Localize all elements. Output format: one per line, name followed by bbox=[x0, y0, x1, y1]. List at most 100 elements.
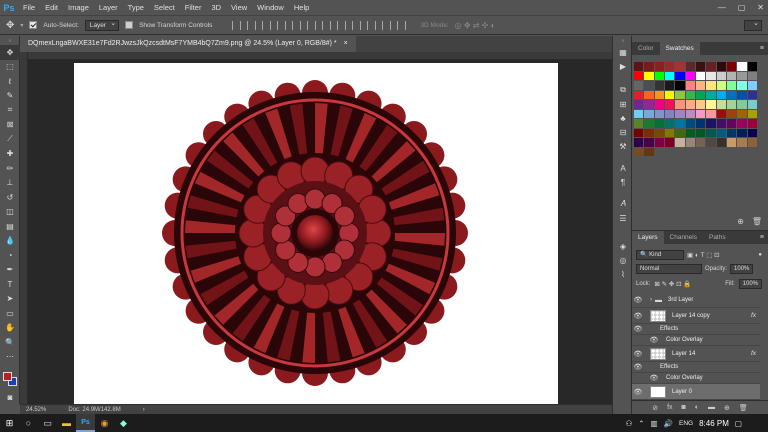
quick-select-tool-icon[interactable]: ✎ bbox=[0, 89, 20, 104]
character-panel-icon[interactable]: A bbox=[613, 161, 633, 175]
swatch-cell[interactable] bbox=[706, 100, 717, 110]
swatch-cell[interactable] bbox=[634, 147, 645, 157]
swatch-cell[interactable] bbox=[726, 81, 738, 91]
menu-layer[interactable]: Layer bbox=[94, 0, 123, 15]
layer-effects-row[interactable]: 👁 Effects bbox=[632, 362, 760, 373]
swatch-cell[interactable] bbox=[695, 128, 707, 138]
swatch-cell[interactable] bbox=[706, 81, 717, 91]
quick-mask-icon[interactable]: ◙ bbox=[0, 390, 20, 405]
swatch-cell[interactable] bbox=[695, 109, 707, 119]
status-menu-arrow[interactable]: › bbox=[143, 407, 145, 413]
layer-row-layer-14[interactable]: 👁 Layer 14 fx bbox=[632, 346, 760, 362]
tab-channels[interactable]: Channels bbox=[664, 231, 703, 244]
filter-toggle-icon[interactable]: ● bbox=[758, 252, 762, 258]
tool-preset-chevron-icon[interactable]: ▾ bbox=[20, 22, 23, 29]
eraser-tool-icon[interactable]: ◫ bbox=[0, 205, 20, 220]
swatch-cell[interactable] bbox=[675, 71, 686, 81]
chrome-icon[interactable]: ◉ bbox=[95, 414, 114, 432]
swatch-cell[interactable] bbox=[685, 71, 696, 81]
swatch-cell[interactable] bbox=[675, 90, 686, 100]
tab-layers[interactable]: Layers bbox=[632, 231, 664, 244]
shape-tool-icon[interactable]: ▭ bbox=[0, 306, 20, 321]
visibility-eye-icon[interactable]: 👁 bbox=[648, 374, 660, 382]
swatch-cell[interactable] bbox=[726, 71, 738, 81]
swatch-cell[interactable] bbox=[675, 100, 686, 110]
visibility-eye-icon[interactable]: 👁 bbox=[632, 296, 644, 304]
swatch-cell[interactable] bbox=[675, 81, 686, 91]
panel-menu-icon[interactable]: ≡ bbox=[760, 42, 768, 55]
tray-language[interactable]: ENG bbox=[679, 420, 693, 427]
tab-paths[interactable]: Paths bbox=[703, 231, 732, 244]
swatch-cell[interactable] bbox=[695, 71, 707, 81]
swatch-cell[interactable] bbox=[706, 62, 717, 72]
zoom-tool-icon[interactable]: 🔍 bbox=[0, 335, 20, 350]
swatch-cell[interactable] bbox=[675, 62, 686, 72]
hand-tool-icon[interactable]: ✋ bbox=[0, 321, 20, 336]
gradient-tool-icon[interactable]: ▤ bbox=[0, 219, 20, 234]
visibility-eye-icon[interactable]: 👁 bbox=[632, 312, 644, 320]
app-icon[interactable]: ◆ bbox=[114, 414, 133, 432]
swatch-cell[interactable] bbox=[695, 81, 707, 91]
lock-icons[interactable]: ⊠ ✎ ✥ ⊡ 🔒 bbox=[654, 280, 691, 288]
swatch-cell[interactable] bbox=[726, 128, 738, 138]
swatch-cell[interactable] bbox=[644, 138, 655, 148]
type-tool-icon[interactable]: T bbox=[0, 277, 20, 292]
swatch-cell[interactable] bbox=[634, 128, 645, 138]
swatch-cell[interactable] bbox=[654, 71, 665, 81]
canvas-area[interactable] bbox=[28, 60, 627, 404]
layer-row-3rd-layer[interactable]: 👁 › ▬ 3rd Layer bbox=[632, 293, 760, 308]
filter-kind-dropdown[interactable]: 🔍 Kind bbox=[636, 250, 684, 260]
fx-icon[interactable]: fx bbox=[751, 312, 756, 319]
swatch-cell[interactable] bbox=[737, 109, 748, 119]
dodge-tool-icon[interactable]: ◔ bbox=[0, 248, 20, 263]
layers-menu-icon[interactable]: ≡ bbox=[760, 231, 768, 244]
swatch-cell[interactable] bbox=[706, 138, 717, 148]
distribute-right-icon[interactable] bbox=[397, 20, 407, 30]
workspace-dropdown[interactable] bbox=[744, 19, 762, 31]
swatch-cell[interactable] bbox=[716, 62, 727, 72]
tool-presets-panel-icon[interactable]: ⚒ bbox=[613, 139, 633, 153]
minimize-button[interactable]: — bbox=[718, 3, 726, 12]
tray-chevron-icon[interactable]: ⌃ bbox=[638, 419, 644, 428]
eyedropper-tool-icon[interactable]: ⟋ bbox=[0, 132, 20, 147]
swatch-cell[interactable] bbox=[737, 119, 748, 129]
swatch-cell[interactable] bbox=[644, 62, 655, 72]
swatch-cell[interactable] bbox=[654, 128, 665, 138]
swatch-cell[interactable] bbox=[737, 62, 748, 72]
swatch-cell[interactable] bbox=[644, 71, 655, 81]
swatch-cell[interactable] bbox=[747, 128, 758, 138]
marquee-tool-icon[interactable]: ⬚ bbox=[0, 60, 20, 75]
swatch-cell[interactable] bbox=[747, 62, 758, 72]
layer-effect-row[interactable]: 👁 Color Overlay bbox=[632, 373, 760, 384]
swatch-cell[interactable] bbox=[716, 90, 727, 100]
swatch-cell[interactable] bbox=[726, 90, 738, 100]
visibility-eye-icon[interactable]: 👁 bbox=[632, 350, 644, 358]
layer-row-layer-0[interactable]: 👁 Layer 0 bbox=[632, 384, 760, 400]
swatch-cell[interactable] bbox=[706, 119, 717, 129]
swatch-cell[interactable] bbox=[675, 119, 686, 129]
swatch-cell[interactable] bbox=[654, 90, 665, 100]
swatch-cell[interactable] bbox=[644, 128, 655, 138]
swatch-cell[interactable] bbox=[664, 62, 676, 72]
search-icon[interactable]: ○ bbox=[19, 414, 38, 432]
distribute-left-icon[interactable] bbox=[367, 20, 377, 30]
brush-tool-icon[interactable]: ✏ bbox=[0, 161, 20, 176]
clone-source-panel-icon[interactable]: ⊟ bbox=[613, 125, 633, 139]
delete-layer-icon[interactable]: 🗑 bbox=[739, 404, 748, 412]
task-view-icon[interactable]: ▭ bbox=[38, 414, 57, 432]
align-hcenter-icon[interactable] bbox=[292, 20, 302, 30]
adjustment-layer-icon[interactable]: ◐ bbox=[695, 404, 699, 411]
opacity-input[interactable]: 100% bbox=[730, 264, 754, 274]
menu-window[interactable]: Window bbox=[252, 0, 289, 15]
swatch-cell[interactable] bbox=[747, 138, 758, 148]
swatch-cell[interactable] bbox=[685, 109, 696, 119]
document-tab-close-icon[interactable]: × bbox=[344, 40, 348, 47]
swatch-cell[interactable] bbox=[747, 100, 758, 110]
swatch-cell[interactable] bbox=[664, 81, 676, 91]
tray-people-icon[interactable]: ⚇ bbox=[626, 419, 633, 428]
maximize-button[interactable]: ▢ bbox=[738, 3, 746, 12]
swatch-cell[interactable] bbox=[695, 100, 707, 110]
menu-image[interactable]: Image bbox=[63, 0, 94, 15]
horizontal-ruler[interactable] bbox=[20, 52, 627, 60]
pen-tool-icon[interactable]: ✒ bbox=[0, 263, 20, 278]
